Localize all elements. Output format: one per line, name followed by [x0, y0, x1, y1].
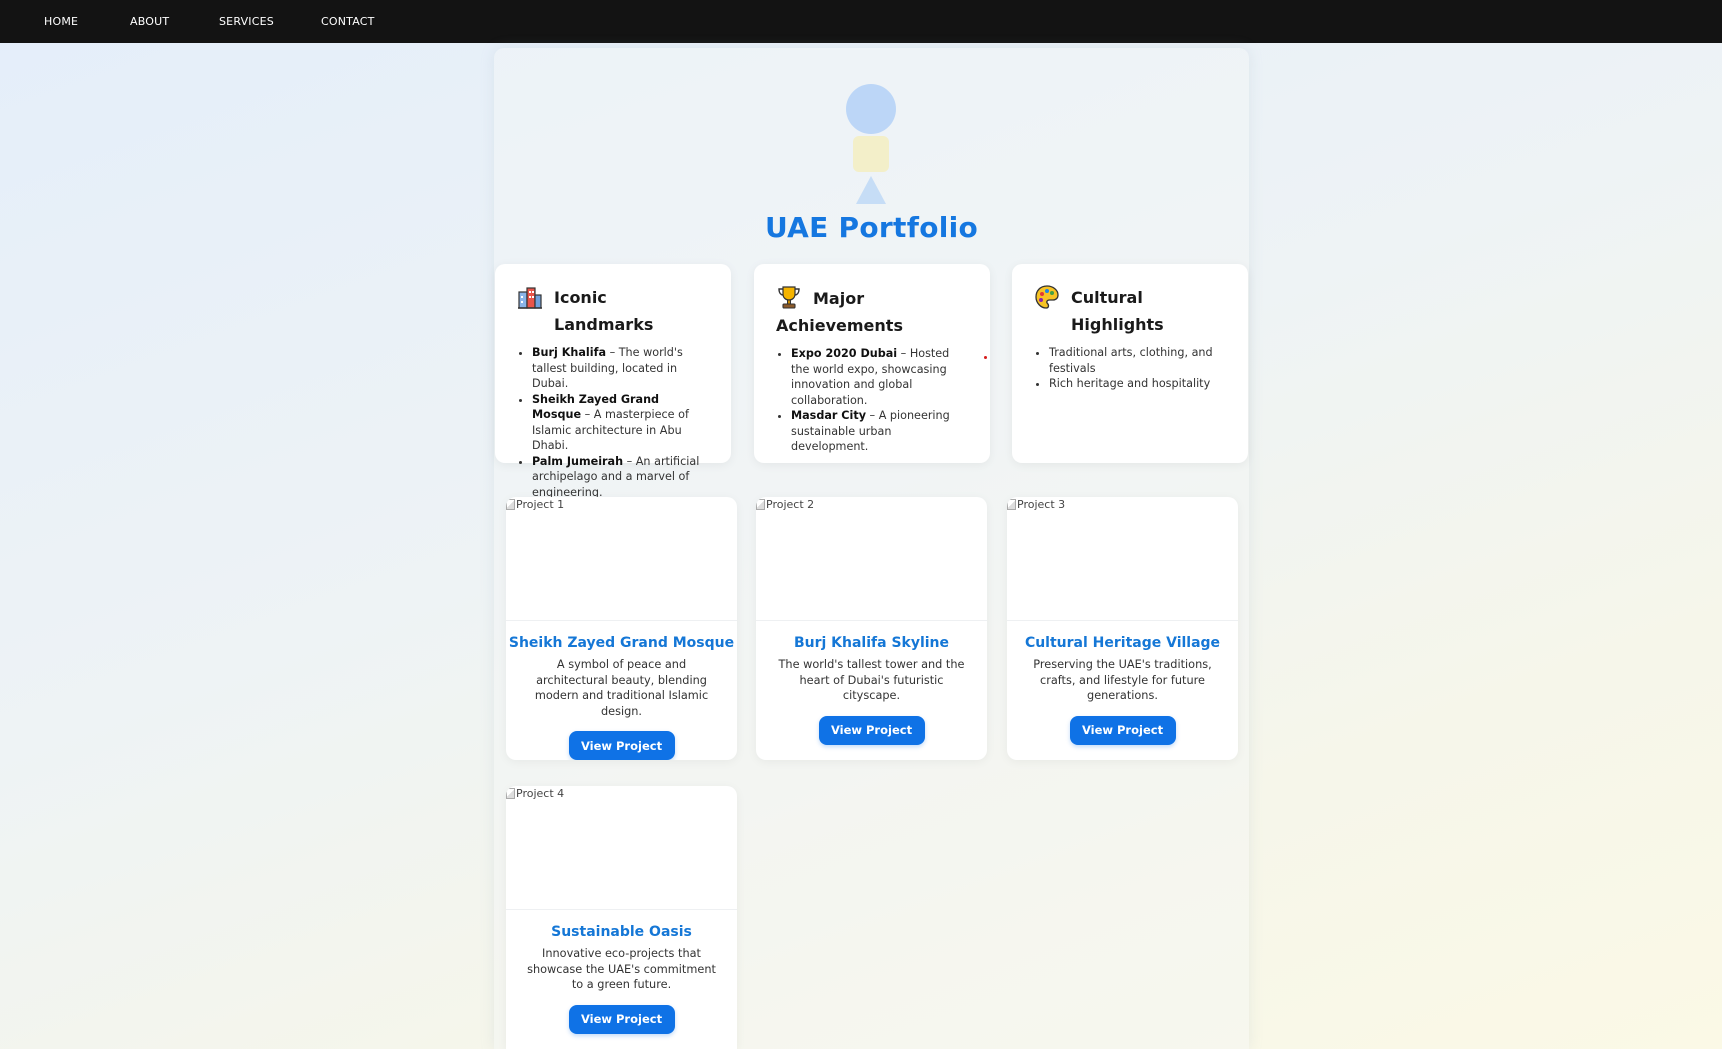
project-image: Project 1: [506, 497, 737, 621]
info-card-title: Iconic Landmarks: [554, 288, 654, 334]
nav-about-link[interactable]: ABOUT: [130, 15, 169, 28]
info-card-list: Burj Khalifa – The world's tallest build…: [517, 345, 711, 500]
nav-home-link[interactable]: HOME: [44, 15, 78, 28]
project-image: Project 2: [756, 497, 987, 621]
palette-icon: [1034, 284, 1060, 310]
broken-image-placeholder: Project 4: [506, 787, 564, 800]
broken-image-icon: [506, 788, 515, 799]
nav-services-link[interactable]: SERVICES: [219, 15, 274, 28]
list-item-bold: Expo 2020 Dubai: [791, 347, 898, 360]
list-item-text: Rich heritage and hospitality: [1049, 377, 1211, 390]
list-item-text: Traditional arts, clothing, and festival…: [1049, 346, 1213, 375]
list-item: Palm Jumeirah – An artificial archipelag…: [532, 454, 711, 501]
info-card-landmarks: Iconic Landmarks Burj Khalifa – The worl…: [495, 264, 731, 499]
logo-graphic: [494, 48, 1249, 218]
broken-image-placeholder: Project 1: [506, 498, 564, 511]
info-card-heading: Iconic Landmarks: [517, 284, 711, 338]
list-item-bold: Burj Khalifa: [532, 346, 607, 359]
view-project-button[interactable]: View Project: [1069, 715, 1176, 745]
image-alt-text: Project 1: [516, 498, 565, 511]
info-card-title: Cultural Highlights: [1071, 288, 1164, 334]
top-navbar: HOME ABOUT SERVICES CONTACT: [0, 0, 1722, 43]
image-alt-text: Project 3: [1017, 498, 1066, 511]
project-description: The world's tallest tower and the heart …: [778, 658, 965, 702]
list-item-bold: Masdar City: [791, 409, 866, 422]
project-card-4: Project 4 Sustainable Oasis Innovative e…: [506, 786, 737, 1049]
image-alt-text: Project 4: [516, 787, 565, 800]
broken-image-placeholder: Project 3: [1007, 498, 1065, 511]
page-title: UAE Portfolio: [764, 211, 979, 244]
project-card-1: Project 1 Sheikh Zayed Grand Mosque A sy…: [506, 497, 737, 760]
project-title: Cultural Heritage Village: [1024, 635, 1221, 651]
project-card-3: Project 3 Cultural Heritage Village Pres…: [1007, 497, 1238, 760]
info-card-list: Traditional arts, clothing, and festival…: [1034, 345, 1228, 392]
broken-image-icon: [756, 499, 765, 510]
project-image: Project 4: [506, 786, 737, 910]
list-item: Traditional arts, clothing, and festival…: [1049, 345, 1228, 376]
info-card-heading: Cultural Highlights: [1034, 284, 1228, 338]
project-title: Sheikh Zayed Grand Mosque: [508, 635, 735, 651]
logo-square-shape: [853, 136, 889, 172]
trophy-icon: [776, 284, 802, 310]
list-item: Rich heritage and hospitality: [1049, 376, 1228, 392]
city-icon: [517, 284, 543, 310]
list-item: Sheikh Zayed Grand Mosque – A masterpiec…: [532, 392, 711, 454]
project-description: A symbol of peace and architectural beau…: [534, 658, 709, 718]
nav-contact-link[interactable]: CONTACT: [321, 15, 375, 28]
project-description: Preserving the UAE's traditions, crafts,…: [1033, 658, 1212, 702]
logo-circle-shape: [846, 84, 896, 134]
info-card-list: Expo 2020 Dubai – Hosted the world expo,…: [776, 346, 970, 455]
logo-triangle-shape: [856, 176, 886, 204]
list-item: Burj Khalifa – The world's tallest build…: [532, 345, 711, 392]
main-container: UAE Portfolio Iconic Landmarks • Burj Kh…: [494, 48, 1249, 1049]
list-item: Expo 2020 Dubai – Hosted the world expo,…: [791, 346, 970, 408]
project-title: Burj Khalifa Skyline: [793, 635, 950, 651]
view-project-button[interactable]: View Project: [568, 1004, 675, 1034]
view-project-button[interactable]: View Project: [568, 731, 675, 760]
info-card-cultural: Cultural Highlights Traditional arts, cl…: [1012, 264, 1248, 463]
project-title: Sustainable Oasis: [551, 924, 692, 940]
info-card-achievements: Major Achievements Expo 2020 Dubai – Hos…: [754, 264, 990, 463]
project-image: Project 3: [1007, 497, 1238, 621]
broken-image-icon: [1007, 499, 1016, 510]
project-description: Innovative eco-projects that showcase th…: [527, 947, 716, 991]
broken-image-placeholder: Project 2: [756, 498, 814, 511]
project-card-2: Project 2 Burj Khalifa Skyline The world…: [756, 497, 987, 760]
info-card-heading: Major Achievements: [776, 284, 970, 339]
view-project-button[interactable]: View Project: [818, 715, 925, 745]
list-item-bold: Palm Jumeirah: [532, 454, 624, 468]
image-alt-text: Project 2: [766, 498, 815, 511]
list-item: Masdar City – A pioneering sustainable u…: [791, 408, 970, 455]
cursor-dot: [984, 356, 987, 359]
broken-image-icon: [506, 499, 515, 510]
